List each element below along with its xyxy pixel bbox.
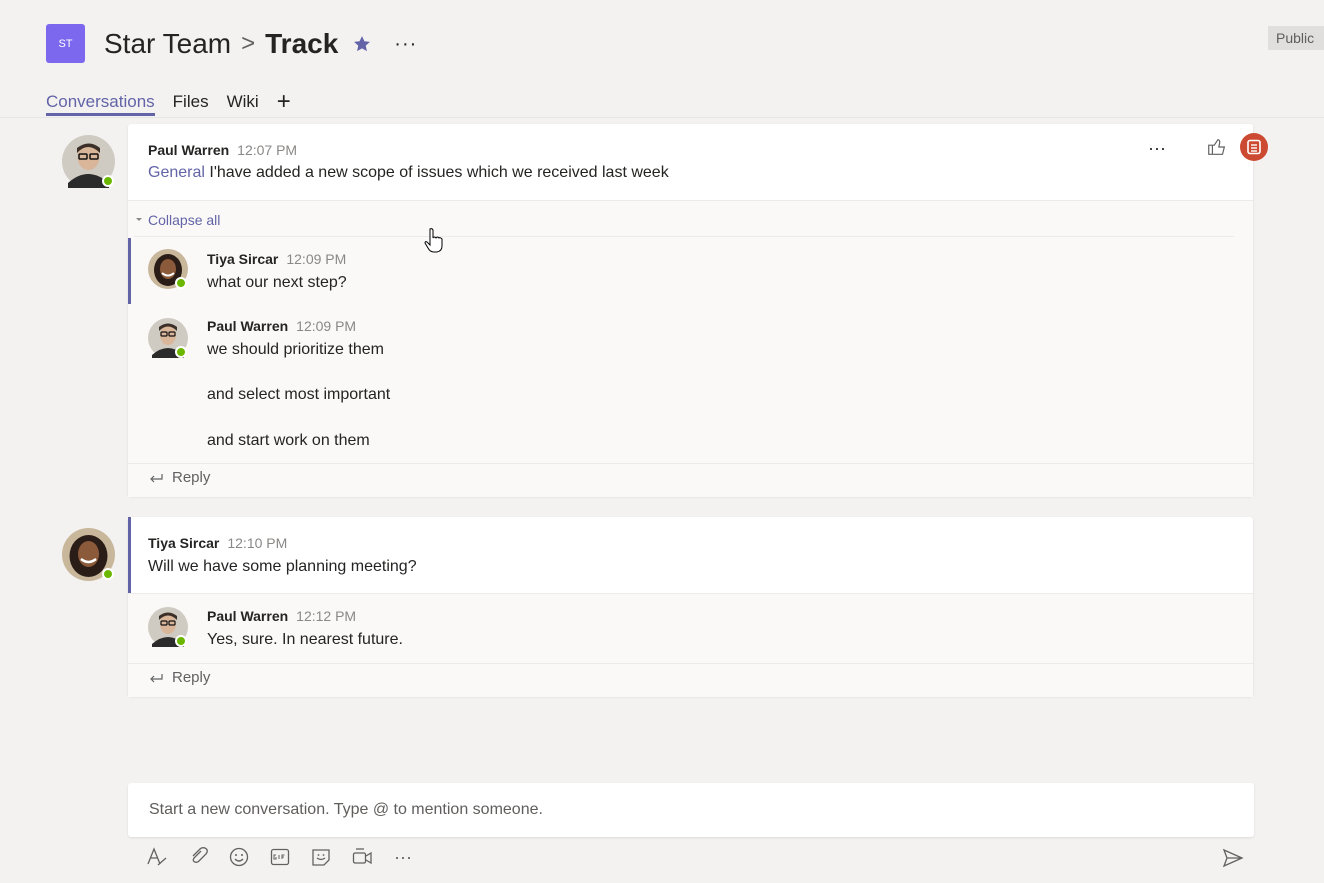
collapse-all-label: Collapse all	[148, 212, 221, 228]
bot-badge-icon[interactable]	[1240, 133, 1268, 161]
breadcrumb-separator: >	[241, 30, 256, 57]
message-more-options-icon[interactable]: ···	[1148, 138, 1166, 159]
reply-arrow-icon	[150, 473, 163, 482]
team-avatar[interactable]: ST	[46, 24, 85, 63]
composer-toolbar: ···	[146, 846, 433, 868]
avatar[interactable]	[148, 249, 188, 289]
reply-text: Yes, sure. In nearest future.	[207, 631, 403, 648]
avatar[interactable]	[62, 528, 115, 581]
channel-tag-link[interactable]: General	[148, 164, 205, 181]
reply-button[interactable]: Reply	[148, 469, 210, 486]
reply-selected-indicator	[128, 238, 131, 304]
reply-button[interactable]: Reply	[148, 669, 210, 686]
breadcrumb-team[interactable]: Star Team	[104, 28, 231, 60]
like-icon[interactable]	[1206, 136, 1228, 158]
thread-card: Paul Warren 12:07 PM General I'have adde…	[128, 124, 1268, 497]
message-text: Will we have some planning meeting?	[148, 558, 417, 575]
status-available-icon	[102, 568, 114, 580]
status-available-icon	[102, 175, 114, 187]
reply-author[interactable]: Paul Warren	[207, 318, 288, 334]
hand-cursor-icon	[424, 228, 443, 253]
more-options-icon[interactable]: ···	[392, 846, 414, 868]
reply-arrow-icon	[150, 673, 163, 682]
message-timestamp: 12:07 PM	[237, 142, 298, 158]
reply-text: and start work on them	[207, 432, 370, 449]
avatar[interactable]	[148, 607, 188, 647]
header-divider	[0, 117, 1324, 118]
message-author[interactable]: Tiya Sircar	[148, 535, 219, 551]
reply-author[interactable]: Paul Warren	[207, 608, 288, 624]
replies-section: Collapse all Tiya Sircar 12:09 PM what o…	[128, 200, 1253, 497]
reply-author[interactable]: Tiya Sircar	[207, 251, 278, 267]
reply-text: we should prioritize them	[207, 341, 384, 358]
status-available-icon	[175, 346, 187, 358]
sticker-icon[interactable]	[310, 846, 332, 868]
reply-text: what our next step?	[207, 274, 347, 291]
message-body: General I'have added a new scope of issu…	[148, 164, 669, 182]
send-icon[interactable]	[1222, 848, 1244, 868]
new-conversation-input[interactable]	[147, 800, 1241, 820]
gif-icon[interactable]	[269, 846, 291, 868]
reply-timestamp: 12:09 PM	[296, 318, 357, 334]
message-text: I'have added a new scope of issues which…	[209, 164, 669, 181]
reply-divider	[128, 663, 1253, 664]
breadcrumb-channel[interactable]: Track	[265, 28, 338, 60]
message-author[interactable]: Paul Warren	[148, 142, 229, 158]
tab-wiki[interactable]: Wiki	[227, 92, 259, 116]
reply-timestamp: 12:12 PM	[296, 608, 357, 624]
thread-card: Tiya Sircar 12:10 PM Will we have some p…	[128, 517, 1253, 697]
tab-conversations[interactable]: Conversations	[46, 92, 155, 116]
collapse-divider	[134, 236, 1234, 237]
reply-label: Reply	[172, 669, 211, 686]
format-icon[interactable]	[146, 846, 168, 868]
avatar[interactable]	[148, 318, 188, 358]
channel-more-options-icon[interactable]: ···	[394, 33, 417, 56]
reply-timestamp: 12:09 PM	[286, 251, 347, 267]
status-available-icon	[175, 635, 187, 647]
emoji-icon[interactable]	[228, 846, 250, 868]
public-badge: Public	[1268, 26, 1324, 50]
collapse-all-button[interactable]: Collapse all	[134, 212, 220, 228]
chevron-down-icon	[136, 218, 142, 221]
reply-label: Reply	[172, 469, 211, 486]
status-available-icon	[175, 277, 187, 289]
attach-icon[interactable]	[187, 846, 209, 868]
replies-section: Paul Warren 12:12 PM Yes, sure. In neare…	[128, 593, 1253, 697]
add-tab-icon[interactable]: +	[277, 88, 291, 116]
new-conversation-box[interactable]	[128, 783, 1254, 837]
channel-tabs: Conversations Files Wiki +	[46, 86, 291, 116]
star-icon[interactable]	[352, 34, 372, 54]
thread-selected-indicator	[128, 517, 131, 593]
reply-text: and select most important	[207, 386, 391, 403]
message-timestamp: 12:10 PM	[227, 535, 288, 551]
avatar[interactable]	[62, 135, 115, 188]
breadcrumb: Star Team > Track ···	[104, 26, 417, 62]
reply-divider	[128, 463, 1253, 464]
tab-files[interactable]: Files	[173, 92, 209, 116]
meet-now-icon[interactable]	[351, 846, 373, 868]
